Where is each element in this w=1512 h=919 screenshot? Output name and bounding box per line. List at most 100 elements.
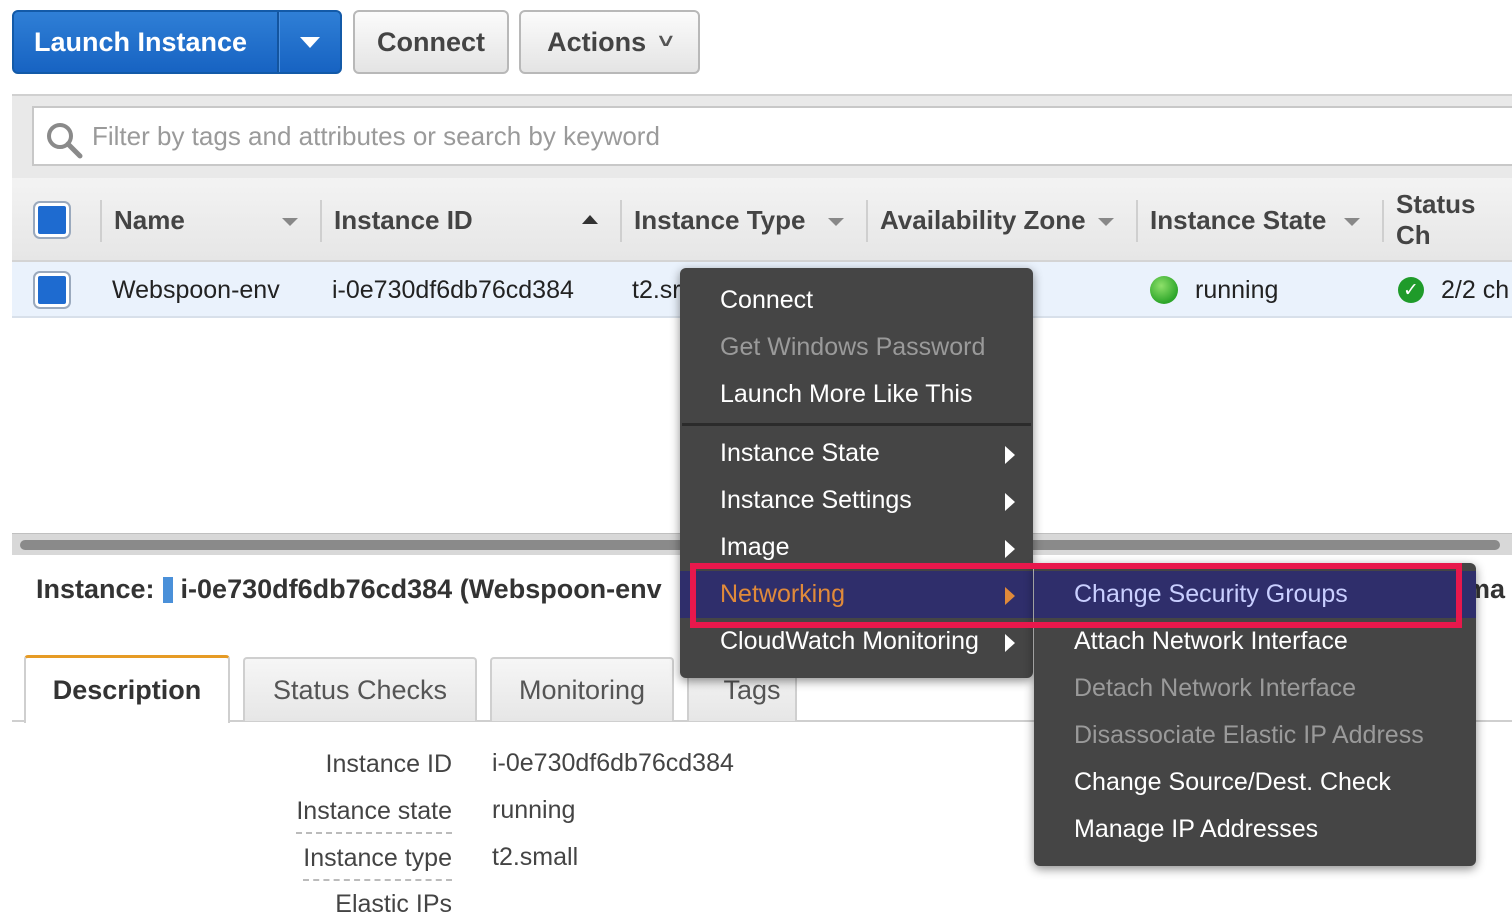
menu-item-label: Change Source/Dest. Check bbox=[1074, 768, 1391, 796]
submenu-arrow-icon bbox=[1005, 446, 1015, 464]
menu-divider bbox=[682, 423, 1031, 426]
select-all-checkbox[interactable] bbox=[35, 203, 69, 237]
sort-down-icon bbox=[1344, 218, 1360, 226]
column-header-label: Name bbox=[114, 204, 185, 235]
chevron-down-icon: ˅ bbox=[658, 30, 674, 53]
actions-button[interactable]: Actions ˅ bbox=[519, 10, 700, 74]
submenu-item-detach-network-interface: Detach Network Interface bbox=[1034, 665, 1476, 712]
submenu-arrow-icon bbox=[1005, 540, 1015, 558]
menu-item-instance-settings[interactable]: Instance Settings bbox=[680, 477, 1033, 524]
submenu-item-manage-ip-addresses[interactable]: Manage IP Addresses bbox=[1034, 806, 1476, 853]
column-divider bbox=[100, 200, 102, 242]
menu-item-label: Connect bbox=[720, 286, 814, 314]
menu-item-label: Disassociate Elastic IP Address bbox=[1074, 721, 1424, 749]
menu-item-get-windows-password: Get Windows Password bbox=[680, 324, 1033, 371]
column-header-label: Status Ch bbox=[1396, 189, 1476, 250]
tab-label: Tags bbox=[723, 674, 781, 705]
column-divider bbox=[1382, 200, 1384, 242]
instances-table-header: Name Instance ID Instance Type Availabil… bbox=[12, 178, 1512, 262]
instance-color-marker bbox=[162, 576, 173, 603]
details-title-value: i-0e730df6db76cd384 (Webspoon-env bbox=[180, 574, 662, 604]
menu-item-image[interactable]: Image bbox=[680, 524, 1033, 571]
submenu-arrow-icon bbox=[1005, 587, 1015, 605]
networking-submenu: Change Security Groups Attach Network In… bbox=[1034, 563, 1476, 866]
sort-down-icon bbox=[828, 218, 844, 226]
field-label-instance-state: Instance state bbox=[296, 797, 452, 834]
menu-item-label: Manage IP Addresses bbox=[1074, 815, 1319, 843]
cell-instance-type: t2.sr bbox=[632, 275, 681, 304]
menu-item-label: Instance Settings bbox=[720, 486, 912, 514]
launch-instance-button[interactable]: Launch Instance bbox=[12, 10, 342, 74]
menu-item-instance-state[interactable]: Instance State bbox=[680, 430, 1033, 477]
column-header-availability-zone[interactable]: Availability Zone bbox=[866, 178, 1114, 262]
column-header-instance-state[interactable]: Instance State bbox=[1136, 178, 1360, 262]
menu-item-networking[interactable]: Networking bbox=[680, 571, 1033, 618]
column-divider bbox=[1136, 200, 1138, 242]
column-header-instance-type[interactable]: Instance Type bbox=[620, 178, 844, 262]
menu-item-label: Get Windows Password bbox=[720, 333, 986, 361]
tab-label: Description bbox=[52, 675, 202, 705]
search-icon bbox=[47, 123, 83, 159]
connect-button-label: Connect bbox=[377, 26, 485, 57]
instance-state-text: running bbox=[1195, 275, 1279, 304]
menu-item-label: Networking bbox=[720, 580, 846, 608]
column-header-status-checks[interactable]: Status Ch bbox=[1382, 178, 1512, 262]
column-header-label: Instance Type bbox=[634, 204, 806, 235]
menu-item-cloudwatch-monitoring[interactable]: CloudWatch Monitoring bbox=[680, 618, 1033, 665]
context-menu: Connect Get Windows Password Launch More… bbox=[680, 268, 1033, 678]
menu-item-label: Change Security Groups bbox=[1074, 580, 1348, 608]
running-status-icon bbox=[1150, 276, 1178, 304]
column-header-label: Instance State bbox=[1150, 204, 1327, 235]
column-header-instance-id[interactable]: Instance ID bbox=[320, 178, 598, 262]
submenu-item-attach-network-interface[interactable]: Attach Network Interface bbox=[1034, 618, 1476, 665]
column-header-name[interactable]: Name bbox=[100, 178, 298, 262]
check-ok-icon: ✓ bbox=[1398, 277, 1424, 303]
field-label-elastic-ips: Elastic IPs bbox=[335, 890, 452, 918]
menu-item-label: CloudWatch Monitoring bbox=[720, 627, 979, 655]
connect-button[interactable]: Connect bbox=[353, 10, 509, 74]
submenu-arrow-icon bbox=[1005, 493, 1015, 511]
launch-dropdown-toggle[interactable] bbox=[279, 12, 340, 72]
cell-instance-id: i-0e730df6db76cd384 bbox=[332, 275, 574, 304]
status-checks-text: 2/2 ch bbox=[1441, 275, 1510, 304]
launch-instance-label: Launch Instance bbox=[14, 12, 279, 72]
column-divider bbox=[620, 200, 622, 242]
menu-item-connect[interactable]: Connect bbox=[680, 277, 1033, 324]
sort-down-icon bbox=[1098, 218, 1114, 226]
menu-item-label: Image bbox=[720, 533, 790, 561]
menu-item-label: Attach Network Interface bbox=[1074, 627, 1348, 655]
field-value-instance-type: t2.small bbox=[492, 843, 579, 871]
cell-status-checks: ✓ 2/2 ch bbox=[1398, 262, 1509, 318]
tab-label: Status Checks bbox=[272, 674, 448, 705]
tab-description[interactable]: Description bbox=[24, 655, 230, 723]
column-divider bbox=[320, 200, 322, 242]
tab-label: Monitoring bbox=[518, 674, 646, 705]
cell-name: Webspoon-env bbox=[112, 275, 280, 304]
field-value-instance-state: running bbox=[492, 796, 576, 824]
caret-down-icon bbox=[300, 36, 320, 48]
sort-up-icon bbox=[582, 215, 598, 224]
tab-status-checks[interactable]: Status Checks bbox=[243, 657, 477, 721]
search-bar bbox=[12, 94, 1512, 178]
search-box[interactable] bbox=[32, 106, 1512, 166]
actions-button-label: Actions bbox=[547, 26, 647, 57]
submenu-item-change-source-dest-check[interactable]: Change Source/Dest. Check bbox=[1034, 759, 1476, 806]
submenu-item-disassociate-elastic-ip: Disassociate Elastic IP Address bbox=[1034, 712, 1476, 759]
field-value-instance-id: i-0e730df6db76cd384 bbox=[492, 749, 734, 777]
column-header-label: Availability Zone bbox=[880, 204, 1086, 235]
menu-item-label: Instance State bbox=[720, 439, 880, 467]
tab-monitoring[interactable]: Monitoring bbox=[490, 657, 674, 721]
submenu-item-change-security-groups[interactable]: Change Security Groups bbox=[1034, 571, 1476, 618]
sort-down-icon bbox=[282, 218, 298, 226]
field-label-instance-type: Instance type bbox=[303, 844, 452, 881]
submenu-arrow-icon bbox=[1005, 634, 1015, 652]
menu-item-label: Launch More Like This bbox=[720, 380, 973, 408]
search-input[interactable] bbox=[90, 108, 1490, 164]
row-checkbox[interactable] bbox=[35, 273, 69, 307]
column-header-label: Instance ID bbox=[334, 204, 473, 235]
cell-instance-state: running bbox=[1150, 262, 1278, 318]
column-divider bbox=[866, 200, 868, 242]
menu-item-label: Detach Network Interface bbox=[1074, 674, 1357, 702]
menu-item-launch-more-like-this[interactable]: Launch More Like This bbox=[680, 371, 1033, 418]
details-title: Instance: i-0e730df6db76cd384 (Webspoon-… bbox=[36, 574, 662, 605]
